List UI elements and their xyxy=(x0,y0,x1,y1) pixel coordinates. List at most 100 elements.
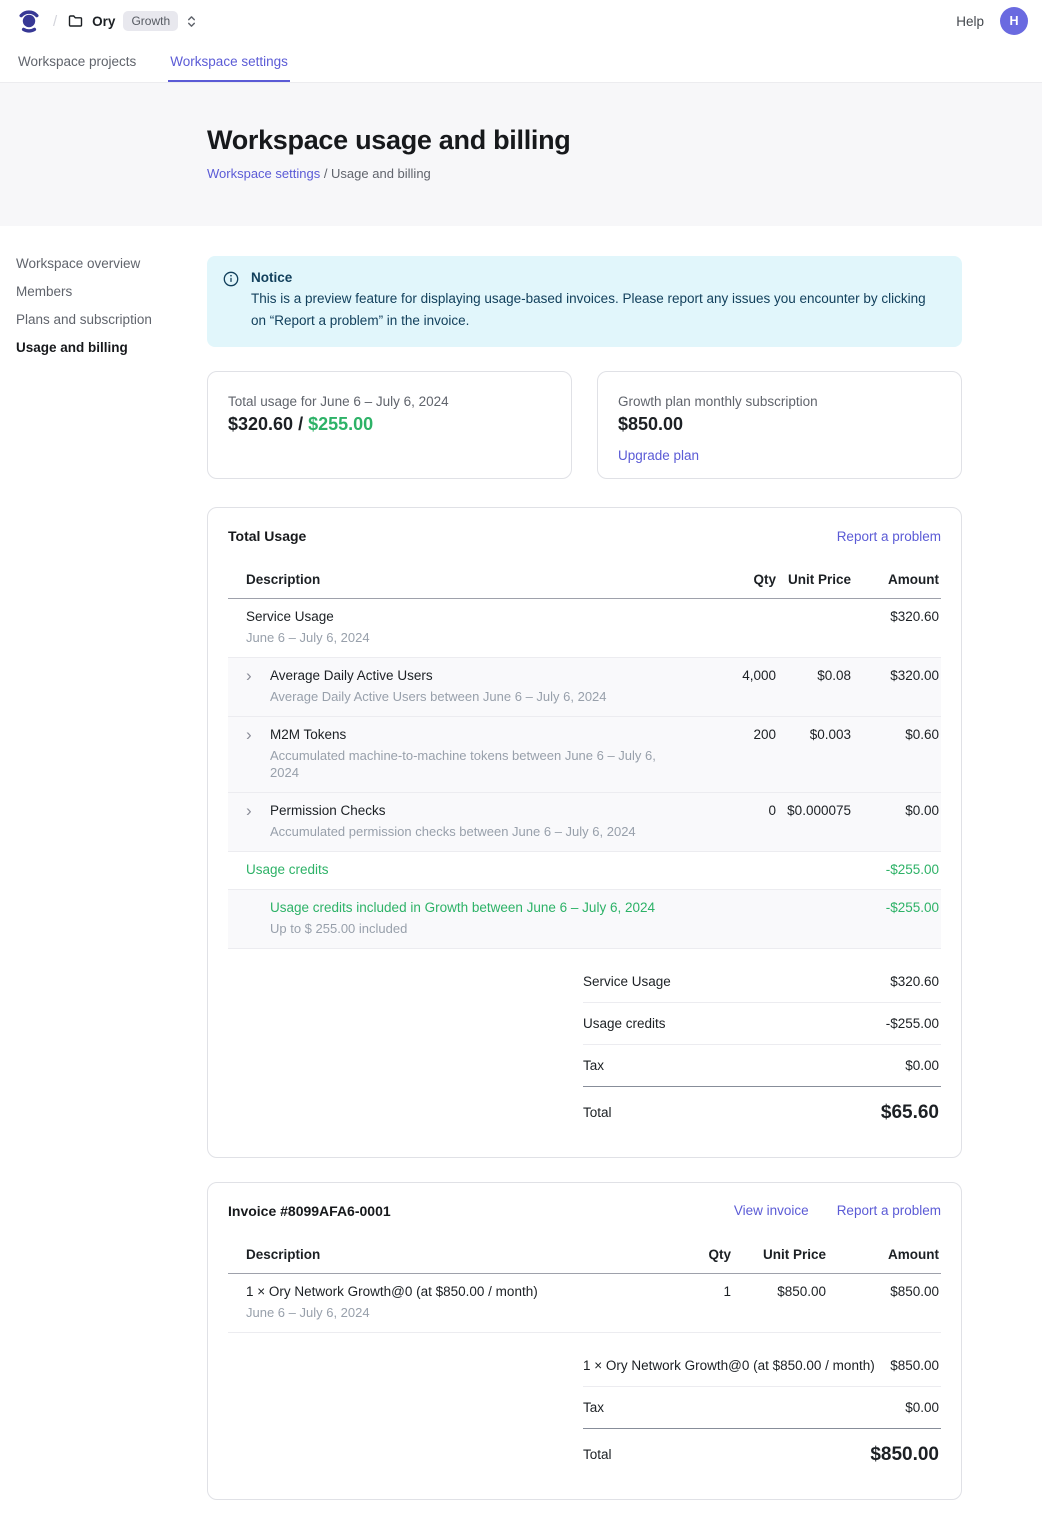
workspace-name: Ory xyxy=(92,14,115,29)
row-description: Permission Checks xyxy=(270,802,674,820)
avatar[interactable]: H xyxy=(1000,7,1028,35)
breadcrumb-current: Usage and billing xyxy=(331,166,431,181)
breadcrumb: Workspace settings / Usage and billing xyxy=(207,166,1042,181)
report-problem-link[interactable]: Report a problem xyxy=(837,529,941,544)
notice-body: This is a preview feature for displaying… xyxy=(251,288,941,331)
row-unit-price: $0.08 xyxy=(776,667,851,685)
row-amount: $0.00 xyxy=(851,802,941,820)
col-unit-price: Unit Price xyxy=(731,1247,826,1262)
topbar: / Ory Growth Help H xyxy=(0,0,1042,42)
upgrade-plan-link[interactable]: Upgrade plan xyxy=(618,448,699,463)
usage-summary: Service Usage $320.60 Usage credits -$25… xyxy=(583,961,941,1137)
folder-icon xyxy=(68,13,84,29)
col-description: Description xyxy=(246,1247,671,1262)
row-description: 1 × Ory Network Growth@0 (at $850.00 / m… xyxy=(246,1283,659,1301)
row-subtext: June 6 – July 6, 2024 xyxy=(246,629,674,647)
table-row: › Service Usage June 6 – July 6, 2024 $3… xyxy=(228,599,941,658)
tab[interactable]: Workspace settings xyxy=(168,42,290,82)
summary-row: Tax $0.00 xyxy=(583,1045,941,1086)
plan-badge: Growth xyxy=(123,11,178,31)
usage-credit-amount: $255.00 xyxy=(308,414,373,434)
row-qty: 200 xyxy=(686,726,776,744)
row-amount: $320.60 xyxy=(851,608,941,626)
total-usage-card: Total Usage Report a problem Description… xyxy=(207,507,962,1158)
row-description: M2M Tokens xyxy=(270,726,674,744)
row-amount: -$255.00 xyxy=(851,861,941,879)
col-unit-price: Unit Price xyxy=(776,572,851,587)
page-title: Workspace usage and billing xyxy=(207,125,1042,156)
row-description: Usage credits xyxy=(246,861,674,879)
row-subtext: Average Daily Active Users between June … xyxy=(270,688,674,706)
col-description: Description xyxy=(246,572,686,587)
table-row: › 1 × Ory Network Growth@0 (at $850.00 /… xyxy=(228,1274,941,1333)
report-problem-link[interactable]: Report a problem xyxy=(837,1203,941,1218)
invoice-card: Invoice #8099AFA6-0001 View invoice Repo… xyxy=(207,1182,962,1500)
usage-amount: $320.60 / $255.00 xyxy=(228,414,551,435)
row-description: Service Usage xyxy=(246,608,674,626)
row-unit-price: $850.00 xyxy=(731,1283,826,1301)
row-qty: 0 xyxy=(686,802,776,820)
breadcrumb-settings-link[interactable]: Workspace settings xyxy=(207,166,320,181)
table-header: Description Qty Unit Price Amount xyxy=(228,562,941,599)
card-title: Total Usage xyxy=(228,528,306,544)
usage-period-label: Total usage for June 6 – July 6, 2024 xyxy=(228,394,551,409)
table-header: Description Qty Unit Price Amount xyxy=(228,1237,941,1274)
help-link[interactable]: Help xyxy=(956,14,984,29)
expand-chevron-icon[interactable]: › xyxy=(246,726,260,745)
col-qty: Qty xyxy=(686,572,776,587)
expand-chevron-icon[interactable]: › xyxy=(246,667,260,686)
plan-subscription-card: Growth plan monthly subscription $850.00… xyxy=(597,371,962,479)
row-unit-price: $0.003 xyxy=(776,726,851,744)
table-row: › M2M Tokens Accumulated machine-to-mach… xyxy=(228,717,941,793)
col-amount: Amount xyxy=(826,1247,941,1262)
col-amount: Amount xyxy=(851,572,941,587)
plan-amount: $850.00 xyxy=(618,414,941,435)
tab[interactable]: Workspace projects xyxy=(16,42,138,82)
row-qty: 4,000 xyxy=(686,667,776,685)
settings-sidebar: Workspace overview Members Plans and sub… xyxy=(0,226,207,1518)
summary-total-row: Total $65.60 xyxy=(583,1086,941,1137)
summary-row: Tax $0.00 xyxy=(583,1387,941,1428)
row-amount: $850.00 xyxy=(826,1283,941,1301)
page-header: Workspace usage and billing Workspace se… xyxy=(0,83,1042,226)
chevron-updown-icon xyxy=(186,15,197,28)
row-description: Usage credits included in Growth between… xyxy=(270,899,674,917)
table-row: › Average Daily Active Users Average Dai… xyxy=(228,658,941,717)
table-row: › Permission Checks Accumulated permissi… xyxy=(228,793,941,852)
sidebar-item[interactable]: Plans and subscription xyxy=(16,312,207,327)
sidebar-item[interactable]: Workspace overview xyxy=(16,256,207,271)
sidebar-item[interactable]: Usage and billing xyxy=(16,340,207,355)
summary-total-row: Total $850.00 xyxy=(583,1428,941,1479)
main-content: Notice This is a preview feature for dis… xyxy=(207,226,962,1518)
row-amount: $0.60 xyxy=(851,726,941,744)
summary-row: Usage credits -$255.00 xyxy=(583,1003,941,1045)
row-subtext: June 6 – July 6, 2024 xyxy=(246,1304,659,1322)
avatar-initial: H xyxy=(1009,14,1018,28)
breadcrumb-sep: / xyxy=(320,166,331,181)
ory-logo-icon[interactable] xyxy=(16,8,42,34)
total-usage-summary-card: Total usage for June 6 – July 6, 2024 $3… xyxy=(207,371,572,479)
view-invoice-link[interactable]: View invoice xyxy=(734,1203,809,1218)
notice-banner: Notice This is a preview feature for dis… xyxy=(207,256,962,347)
breadcrumb-separator: / xyxy=(53,13,57,30)
sidebar-item[interactable]: Members xyxy=(16,284,207,299)
workspace-tabs: Workspace projects Workspace settings xyxy=(0,42,1042,83)
plan-label: Growth plan monthly subscription xyxy=(618,394,941,409)
summary-row: Service Usage $320.60 xyxy=(583,961,941,1003)
info-icon xyxy=(223,271,239,331)
row-amount: $320.00 xyxy=(851,667,941,685)
row-qty: 1 xyxy=(671,1283,731,1301)
workspace-switcher[interactable]: Ory Growth xyxy=(68,11,197,31)
summary-row: 1 × Ory Network Growth@0 (at $850.00 / m… xyxy=(583,1345,941,1387)
invoice-summary: 1 × Ory Network Growth@0 (at $850.00 / m… xyxy=(583,1345,941,1479)
invoice-title: Invoice #8099AFA6-0001 xyxy=(228,1203,391,1219)
row-amount: -$255.00 xyxy=(851,899,941,917)
row-subtext: Accumulated machine-to-machine tokens be… xyxy=(270,747,674,782)
row-subtext: Accumulated permission checks between Ju… xyxy=(270,823,674,841)
expand-chevron-icon[interactable]: › xyxy=(246,802,260,821)
col-qty: Qty xyxy=(671,1247,731,1262)
row-subtext: Up to $ 255.00 included xyxy=(270,920,674,938)
row-unit-price: $0.000075 xyxy=(776,802,851,820)
table-row: › Usage credits included in Growth betwe… xyxy=(228,890,941,949)
row-description: Average Daily Active Users xyxy=(270,667,674,685)
